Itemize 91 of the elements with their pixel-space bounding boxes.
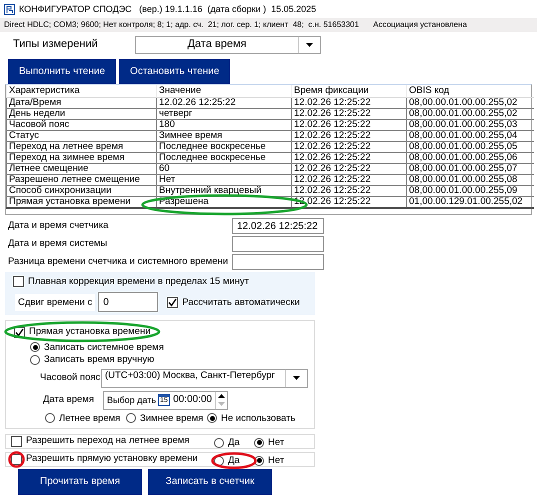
measurement-type-dropdown[interactable]: Дата время (135, 36, 321, 54)
radio-label: Да (228, 437, 240, 449)
shift-field[interactable]: 0 (98, 292, 158, 312)
connection-status: Direct HDLC; COM3; 9600; Нет контроля; 8; 1; адр. сч. 21; лог. сер. 1; клиент 48; с.н. 51653301 (4, 20, 359, 30)
table-cell: 12.02.26 12:25:22 (292, 152, 406, 163)
radio-label: Зимнее время (140, 412, 204, 424)
table-cell: 08,00.00.01.00.00.255,02 (406, 97, 534, 108)
checkbox[interactable] (13, 276, 24, 288)
table-cell: Переход на летнее время (6, 141, 156, 152)
table-cell: 12.02.26 12:25:22 (292, 141, 406, 152)
field-label: Часовой пояс (40, 372, 101, 384)
association-status: Ассоциация установлена (373, 20, 467, 30)
table-cell: 12.02.26 12:25:22 (292, 174, 406, 185)
radio-label: Да (228, 455, 240, 467)
checkbox-label: Разрешить прямую установку времени (26, 452, 199, 464)
read-time-button[interactable]: Прочитать время (18, 468, 142, 495)
radio-button[interactable] (45, 413, 55, 424)
column-header: Значение (156, 85, 292, 97)
timezone-dropdown[interactable]: (UTC+03:00) Москва, Санкт-Петербург (100, 368, 308, 388)
radio-label: Записать системное время (44, 342, 164, 354)
table-cell: 08,00.00.01.00.00.255,09 (406, 185, 534, 196)
write-button[interactable]: Записать в счетчик (148, 468, 272, 495)
radio-label: Летнее время (59, 412, 120, 424)
field-label: Дата и время счетчика (8, 220, 110, 232)
checkbox-label: Разрешить переход на летнее время (26, 434, 190, 446)
table-cell: четверг (156, 108, 292, 119)
checkbox[interactable] (11, 436, 22, 447)
text-field[interactable] (232, 254, 324, 270)
table-cell: 180 (156, 119, 292, 130)
table-cell: 12.02.26 12:25:22 (292, 119, 406, 130)
table-cell: Прямая установка времени (6, 196, 156, 208)
field-label: Дата и время системы (8, 238, 108, 250)
field-label: Типы измерений (13, 38, 99, 52)
table-cell: 08,00.00.01.00.00.255,07 (406, 163, 534, 174)
table-cell: 12.02.26 12:25:22 (156, 97, 292, 108)
table-cell: День недели (6, 108, 156, 119)
radio-button[interactable] (126, 413, 136, 424)
radio-button[interactable] (30, 342, 40, 352)
table-cell: Нет (156, 174, 292, 185)
table-cell: 12.02.26 12:25:22 (292, 97, 406, 108)
table-cell: 08,00.00.01.00.00.255,03 (406, 119, 534, 130)
radio-label: Не использовать (221, 412, 296, 424)
stop-reading-button[interactable]: Остановить чтение (119, 59, 230, 84)
radio-button[interactable] (254, 438, 264, 448)
text-field[interactable] (232, 236, 324, 252)
table-cell: 08,00.00.01.00.00.255,06 (406, 152, 534, 163)
radio-button[interactable] (214, 438, 224, 448)
table-cell: 12.02.26 12:25:22 (292, 108, 406, 119)
table-cell: Дата/Время (6, 97, 156, 108)
start-reading-button[interactable]: Выполнить чтение (8, 59, 116, 84)
text-field[interactable]: 12.02.26 12:25:22 (232, 218, 324, 234)
checkbox[interactable] (167, 296, 178, 308)
field-label: Сдвиг времени с (15, 294, 96, 312)
table-cell: Часовой пояс (6, 119, 156, 130)
app-icon (4, 4, 15, 14)
table-cell: Внутренний кварцевый (156, 185, 292, 196)
radio-button[interactable] (207, 413, 217, 424)
table-cell: 01,00.00.129.01.00.255,02 (406, 196, 534, 208)
window-title: КОНФИГУРАТОР СПОДЭС (вер.) 19.1.1.16 (дата сборки ) 15.05.2025 (19, 4, 316, 14)
radio-label: Нет (268, 455, 284, 467)
radio-button[interactable] (30, 354, 40, 365)
table-cell: 08,00.00.01.00.00.255,04 (406, 130, 534, 141)
table-cell: 12.02.26 12:25:22 (292, 130, 406, 141)
column-header: OBIS код (406, 85, 534, 97)
table-cell: Переход на зимнее время (6, 152, 156, 163)
table-cell: Последнее воскресенье (156, 152, 292, 163)
table-cell: 08,00.00.01.00.00.255,08 (406, 174, 534, 185)
table-cell: Разрешено летнее смещение (6, 174, 156, 185)
table-cell: 08,00.00.01.00.00.255,02 (406, 108, 534, 119)
column-header: Время фиксации (292, 85, 406, 97)
table-cell: 12.02.26 12:25:22 (292, 163, 406, 174)
table-cell: Зимнее время (156, 130, 292, 141)
checkbox-label: Прямая установка времени (29, 326, 151, 338)
table-cell: Статус (6, 130, 156, 141)
table-cell: 12.02.26 12:25:22 (292, 185, 406, 196)
table-cell: Разрешена (156, 196, 292, 208)
dropdown-caret-icon (293, 376, 300, 380)
radio-label: Нет (268, 437, 284, 449)
radio-label: Записать время вручную (44, 354, 154, 366)
spinner-icon[interactable] (215, 392, 227, 409)
table-cell: Способ синхронизации (6, 185, 156, 196)
table-cell: Летнее смещение (6, 163, 156, 174)
table-cell: 60 (156, 163, 292, 174)
table-cell: Последнее воскресенье (156, 141, 292, 152)
field-label: Дата время (43, 394, 95, 406)
column-header: Характеристика (6, 85, 156, 97)
dropdown-caret-icon (306, 43, 313, 47)
checkbox-label: Рассчитать автоматически (182, 296, 300, 308)
table-cell: 08,00.00.01.00.00.255,05 (406, 141, 534, 152)
field-label: Разница времени счетчика и системного времени (8, 256, 230, 268)
checkbox-label: Плавная коррекция времени в пределах 15 минут (28, 276, 250, 288)
